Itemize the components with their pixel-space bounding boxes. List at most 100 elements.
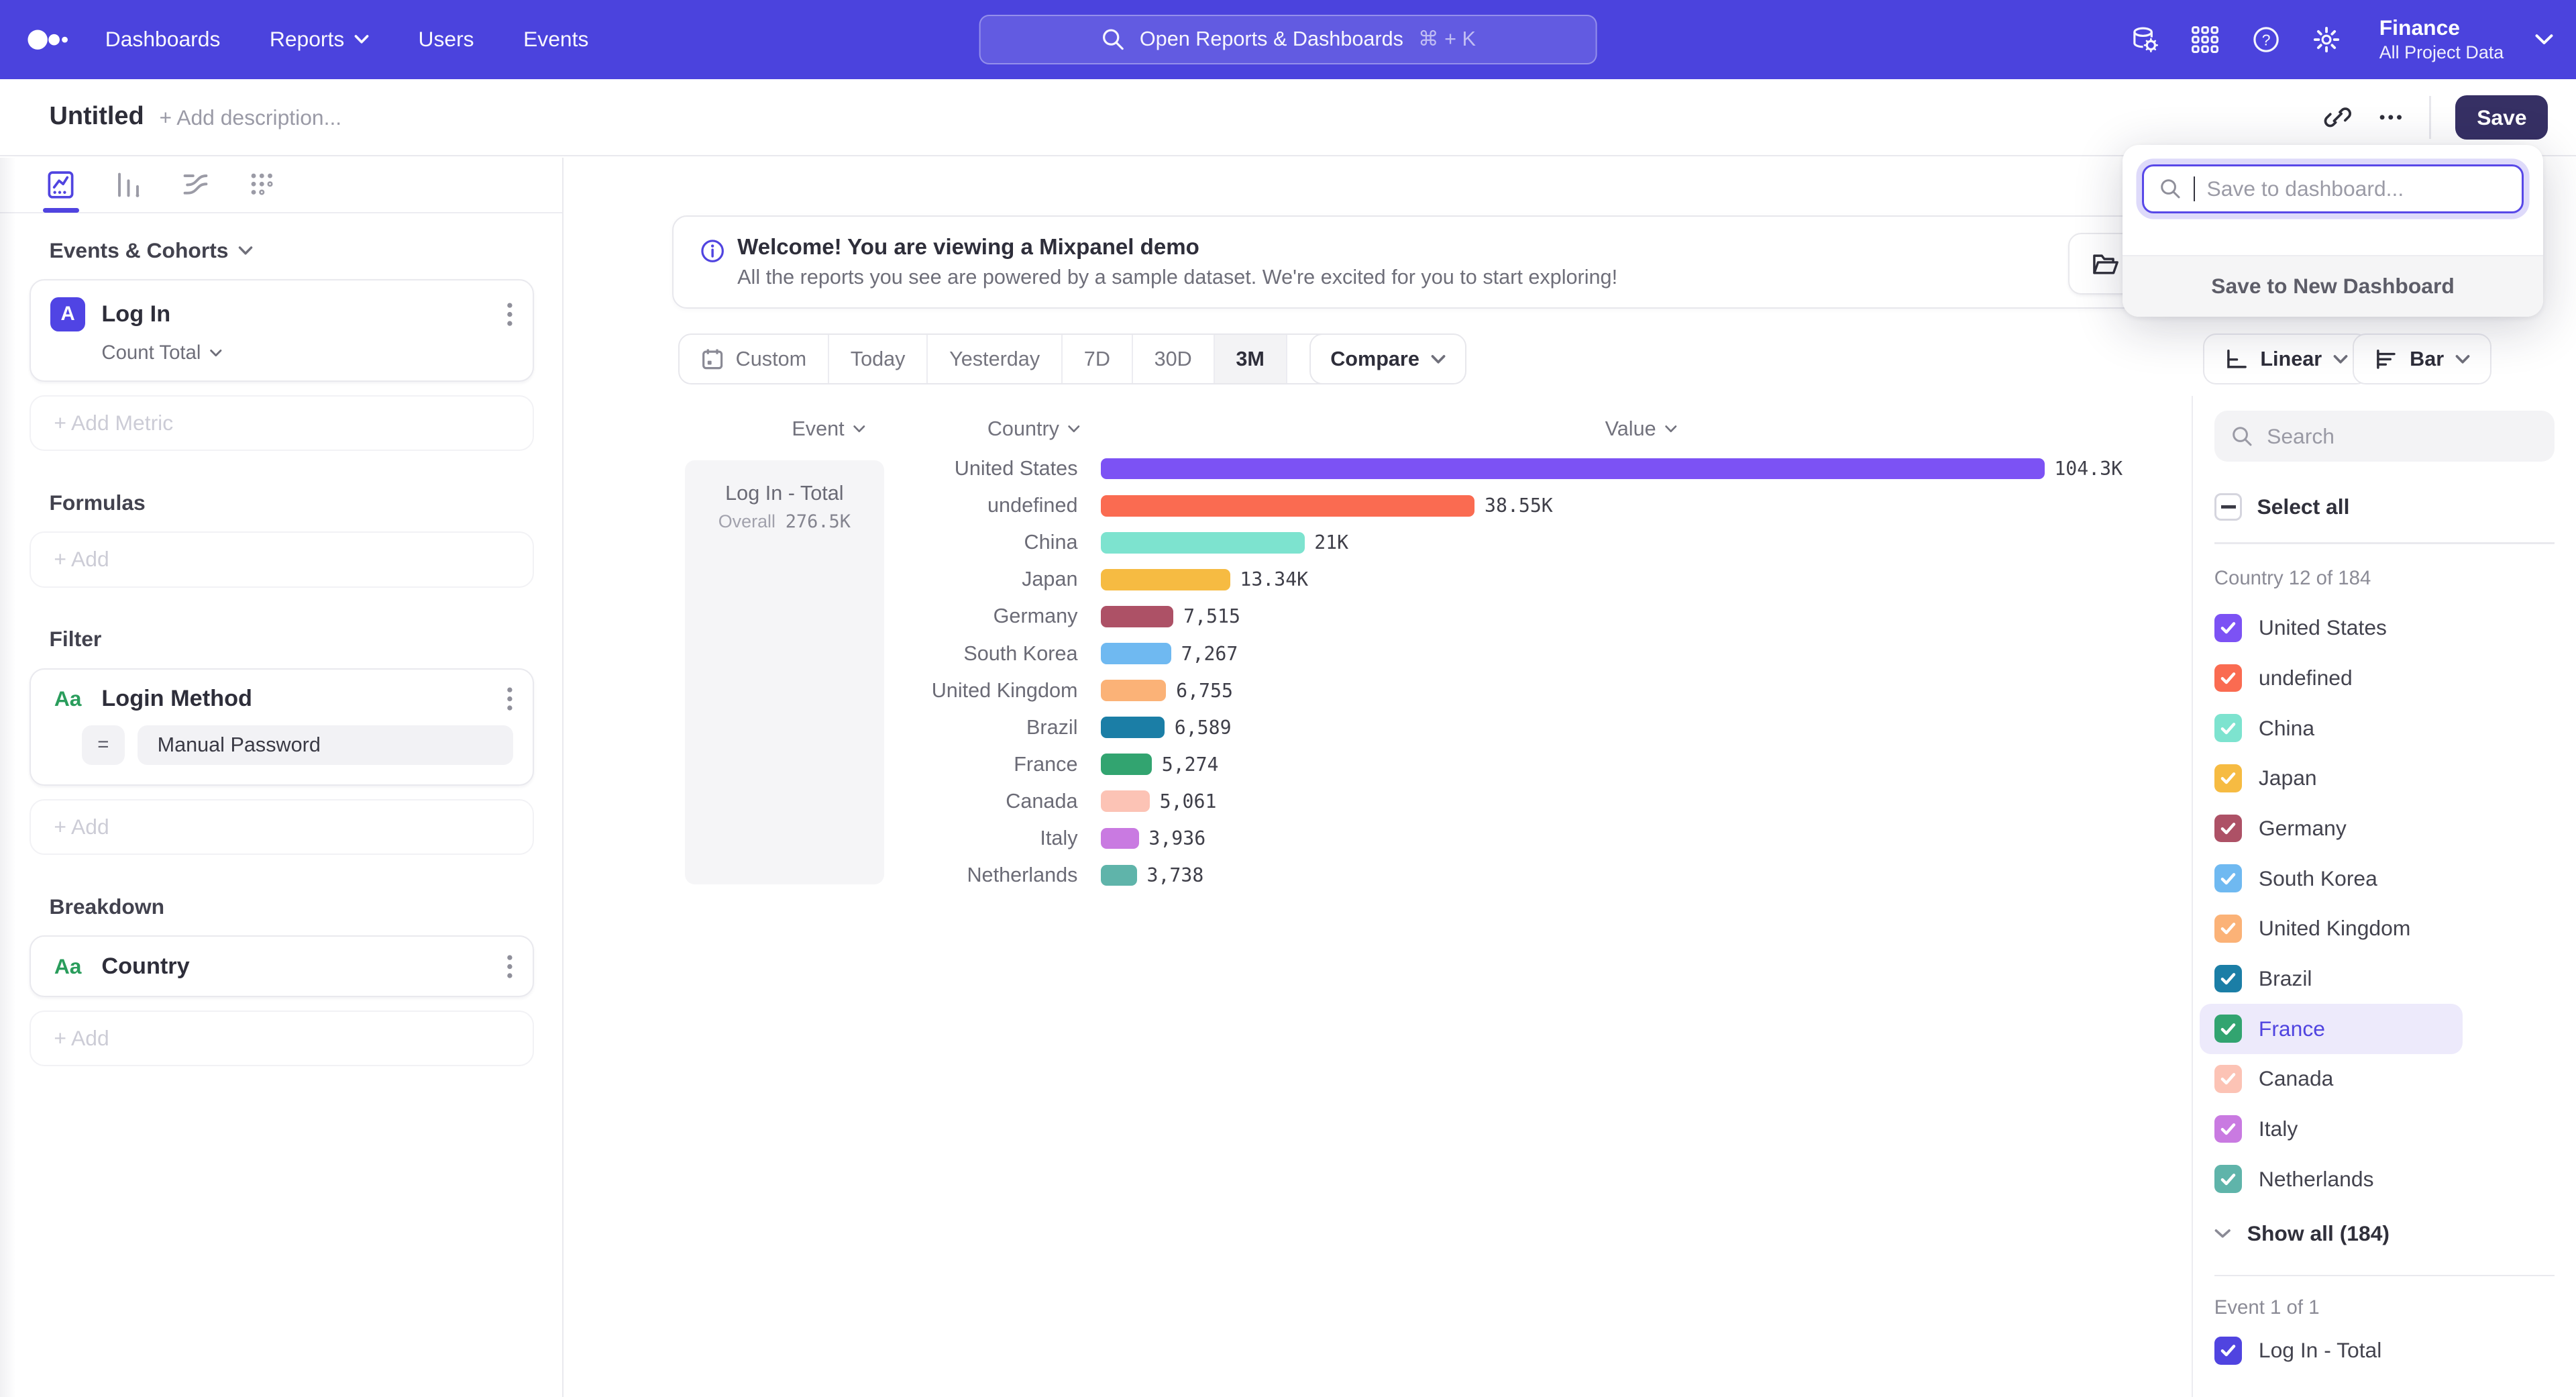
country-filter-item[interactable]: undefined — [2200, 653, 2463, 703]
country-checkbox[interactable] — [2214, 1065, 2243, 1093]
add-breakdown-button[interactable]: + Add — [30, 1011, 534, 1066]
project-chevron-down-icon[interactable] — [2535, 34, 2553, 45]
chart-category-label: Italy — [894, 827, 1101, 850]
help-icon[interactable]: ? — [2251, 25, 2281, 54]
country-checkbox[interactable] — [2214, 965, 2243, 993]
chart-type-button[interactable]: Bar — [2353, 333, 2491, 384]
metric-event-name[interactable]: Log In — [101, 301, 506, 327]
nav-item[interactable]: Users — [418, 27, 474, 52]
bar[interactable] — [1101, 569, 1230, 590]
country-checkbox[interactable] — [2214, 714, 2243, 742]
country-filter-item[interactable]: United States — [2200, 603, 2463, 653]
country-filter-item[interactable]: Netherlands — [2200, 1154, 2463, 1204]
add-description[interactable]: + Add description... — [160, 105, 342, 130]
country-checkbox[interactable] — [2214, 915, 2243, 943]
events-cohorts-header[interactable]: Events & Cohorts — [49, 238, 562, 263]
event-summary-panel[interactable]: Log In - Total Overall 276.5K — [685, 460, 883, 884]
bar[interactable] — [1101, 754, 1152, 775]
apps-grid-icon[interactable] — [2190, 25, 2220, 54]
tab-insights[interactable] — [44, 168, 77, 201]
country-filter-item[interactable]: China — [2200, 703, 2463, 754]
scale-selector-button[interactable]: Linear — [2203, 333, 2369, 384]
country-checkbox[interactable] — [2214, 664, 2243, 692]
select-all-checkbox[interactable] — [2214, 493, 2243, 521]
tab-funnels[interactable] — [112, 168, 145, 201]
country-filter-label: Canada — [2259, 1066, 2334, 1091]
country-filter-item[interactable]: France — [2200, 1004, 2463, 1054]
aggregation-selector[interactable]: Count Total — [101, 342, 513, 364]
kebab-menu-icon[interactable] — [506, 301, 513, 327]
filter-value[interactable]: Manual Password — [138, 725, 513, 765]
country-checkbox[interactable] — [2214, 1015, 2243, 1043]
date-range-option[interactable]: Custom — [680, 335, 829, 383]
filter-operator[interactable]: = — [82, 725, 125, 765]
save-dashboard-search-input[interactable]: Save to dashboard... — [2142, 164, 2523, 213]
date-range-option[interactable]: 3M — [1215, 335, 1287, 383]
kebab-menu-icon[interactable] — [506, 686, 513, 712]
event-checkbox[interactable] — [2214, 1337, 2243, 1365]
nav-item[interactable]: Events — [523, 27, 588, 52]
event-filter-item[interactable]: Log In - Total — [2200, 1326, 2463, 1376]
nav-item[interactable]: Dashboards — [105, 27, 221, 52]
segment-search-input[interactable]: Search — [2214, 411, 2555, 462]
bar[interactable] — [1101, 828, 1139, 849]
bar[interactable] — [1101, 717, 1165, 738]
country-filter-item[interactable]: Brazil — [2200, 953, 2463, 1004]
date-range-option[interactable]: 7D — [1063, 335, 1133, 383]
country-checkbox[interactable] — [2214, 864, 2243, 892]
filter-property-name[interactable]: Login Method — [101, 686, 506, 712]
bar[interactable] — [1101, 532, 1305, 554]
select-all-row[interactable]: Select all — [2214, 493, 2555, 521]
column-header-value[interactable]: Value — [1605, 417, 1678, 441]
chart-category-label: Netherlands — [894, 864, 1101, 887]
horizontal-bar-chart: United States 104.3K undefined 38.55K — [894, 450, 2208, 894]
more-options-icon[interactable] — [2377, 103, 2405, 132]
kebab-menu-icon[interactable] — [506, 953, 513, 980]
tab-retention[interactable] — [246, 168, 279, 201]
breakdown-property-name[interactable]: Country — [101, 953, 506, 980]
country-filter-item[interactable]: United Kingdom — [2200, 904, 2463, 954]
report-title[interactable]: Untitled — [49, 102, 144, 131]
bar[interactable] — [1101, 458, 2045, 480]
add-filter-button[interactable]: + Add — [30, 799, 534, 855]
show-all-toggle[interactable]: Show all (184) — [2214, 1214, 2576, 1253]
global-search[interactable]: Open Reports & Dashboards ⌘ + K — [979, 15, 1597, 64]
compare-button[interactable]: Compare — [1309, 333, 1467, 384]
country-filter-item[interactable]: Japan — [2200, 753, 2463, 803]
bar[interactable] — [1101, 865, 1137, 886]
country-checkbox[interactable] — [2214, 614, 2243, 642]
date-range-option[interactable]: Today — [829, 335, 928, 383]
country-checkbox[interactable] — [2214, 764, 2243, 792]
metric-card[interactable]: A Log In Count Total — [30, 279, 534, 382]
project-switcher[interactable]: Finance All Project Data — [2379, 15, 2504, 64]
country-checkbox[interactable] — [2214, 1115, 2243, 1143]
date-range-option[interactable]: 30D — [1133, 335, 1215, 383]
bar[interactable] — [1101, 680, 1167, 701]
save-to-new-dashboard-button[interactable]: Save to New Dashboard — [2123, 255, 2543, 317]
bar[interactable] — [1101, 495, 1475, 517]
country-checkbox[interactable] — [2214, 1165, 2243, 1193]
bar[interactable] — [1101, 643, 1171, 664]
country-filter-item[interactable]: South Korea — [2200, 853, 2463, 904]
country-filter-item[interactable]: Italy — [2200, 1104, 2463, 1154]
bar[interactable] — [1101, 606, 1174, 627]
save-button[interactable]: Save — [2455, 95, 2548, 140]
add-formula-button[interactable]: + Add — [30, 531, 534, 587]
country-filter-item[interactable]: Canada — [2200, 1054, 2463, 1104]
nav-item[interactable]: Reports — [270, 27, 369, 52]
tab-flows[interactable] — [179, 168, 212, 201]
column-header-country[interactable]: Country — [987, 417, 1081, 441]
column-header-event[interactable]: Event — [792, 417, 865, 441]
settings-gear-icon[interactable] — [2312, 25, 2341, 54]
country-checkbox[interactable] — [2214, 815, 2243, 843]
filter-card[interactable]: Aa Login Method = Manual Password — [30, 668, 534, 786]
breakdown-card[interactable]: Aa Country — [30, 935, 534, 997]
mixpanel-logo-icon[interactable] — [26, 28, 69, 51]
data-management-icon[interactable] — [2130, 25, 2159, 54]
country-filter-item[interactable]: Germany — [2200, 803, 2463, 853]
bar[interactable] — [1101, 790, 1150, 812]
copy-link-icon[interactable] — [2324, 103, 2352, 132]
chevron-down-icon — [209, 349, 223, 357]
date-range-option[interactable]: Yesterday — [928, 335, 1063, 383]
add-metric-button[interactable]: + Add Metric — [30, 395, 534, 451]
